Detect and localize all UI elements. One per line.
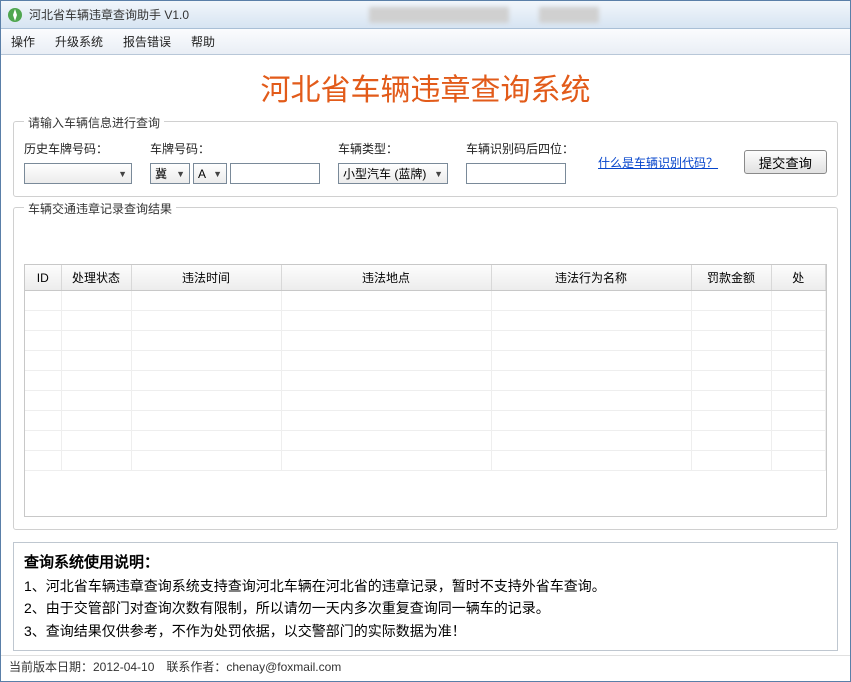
history-label: 历史车牌号码： bbox=[24, 140, 132, 157]
table-row[interactable] bbox=[25, 311, 826, 331]
menu-upgrade[interactable]: 升级系统 bbox=[55, 33, 103, 50]
table-row[interactable] bbox=[25, 371, 826, 391]
table-row[interactable] bbox=[25, 291, 826, 311]
blurred-background bbox=[369, 7, 599, 23]
col-fine[interactable]: 罚款金额 bbox=[691, 265, 771, 291]
col-location[interactable]: 违法地点 bbox=[281, 265, 491, 291]
vin-label: 车辆识别码后四位： bbox=[466, 140, 574, 157]
instruction-line: 2、由于交管部门对查询次数有限制，所以请勿一天内多次重复查询同一辆车的记录。 bbox=[24, 597, 827, 619]
table-row[interactable] bbox=[25, 431, 826, 451]
col-time[interactable]: 违法时间 bbox=[131, 265, 281, 291]
instructions-box: 查询系统使用说明： 1、河北省车辆违章查询系统支持查询河北车辆在河北省的违章记录… bbox=[13, 542, 838, 651]
plate-label: 车牌号码： bbox=[150, 140, 320, 157]
vin-input[interactable] bbox=[466, 163, 566, 184]
col-behavior[interactable]: 违法行为名称 bbox=[491, 265, 691, 291]
vin-field: 车辆识别码后四位： bbox=[466, 140, 574, 184]
chevron-down-icon: ▼ bbox=[118, 169, 127, 179]
history-field: 历史车牌号码： ▼ bbox=[24, 140, 132, 184]
results-group-label: 车辆交通违章记录查询结果 bbox=[24, 200, 176, 217]
vin-help-link[interactable]: 什么是车辆识别代码？ bbox=[598, 154, 718, 171]
window-title: 河北省车辆违章查询助手 V1.0 bbox=[29, 6, 189, 23]
type-combo[interactable]: 小型汽车 (蓝牌)▼ bbox=[338, 163, 448, 184]
menu-report[interactable]: 报告错误 bbox=[123, 33, 171, 50]
results-group: 车辆交通违章记录查询结果 ID 处理状态 违法时间 违法地点 违法行为名称 bbox=[13, 207, 838, 530]
col-status[interactable]: 处理状态 bbox=[61, 265, 131, 291]
input-group: 请输入车辆信息进行查询 历史车牌号码： ▼ 车牌号码： 冀▼ A bbox=[13, 121, 838, 197]
content-area: 河北省车辆违章查询系统 请输入车辆信息进行查询 历史车牌号码： ▼ 车牌号码： … bbox=[1, 55, 850, 681]
type-field: 车辆类型： 小型汽车 (蓝牌)▼ bbox=[338, 140, 448, 184]
history-combo[interactable]: ▼ bbox=[24, 163, 132, 184]
chevron-down-icon: ▼ bbox=[434, 169, 443, 179]
type-label: 车辆类型： bbox=[338, 140, 448, 157]
menu-operate[interactable]: 操作 bbox=[11, 33, 35, 50]
submit-button[interactable]: 提交查询 bbox=[744, 150, 827, 174]
app-icon bbox=[7, 7, 23, 23]
results-table: ID 处理状态 违法时间 违法地点 违法行为名称 罚款金额 处 bbox=[25, 265, 826, 471]
page-title: 河北省车辆违章查询系统 bbox=[1, 55, 850, 117]
app-window: 河北省车辆违章查询助手 V1.0 操作 升级系统 报告错误 帮助 河北省车辆违章… bbox=[0, 0, 851, 682]
col-id[interactable]: ID bbox=[25, 265, 61, 291]
status-bar: 当前版本日期：2012-04-10 联系作者：chenay@foxmail.co… bbox=[1, 655, 850, 677]
plate-field: 车牌号码： 冀▼ A▼ bbox=[150, 140, 320, 184]
menu-bar: 操作 升级系统 报告错误 帮助 bbox=[1, 29, 850, 55]
results-table-wrap[interactable]: ID 处理状态 违法时间 违法地点 违法行为名称 罚款金额 处 bbox=[24, 264, 827, 517]
input-group-label: 请输入车辆信息进行查询 bbox=[24, 114, 164, 131]
menu-help[interactable]: 帮助 bbox=[191, 33, 215, 50]
table-row[interactable] bbox=[25, 391, 826, 411]
col-proc[interactable]: 处 bbox=[771, 265, 826, 291]
title-bar: 河北省车辆违章查询助手 V1.0 bbox=[1, 1, 850, 29]
plate-province-combo[interactable]: 冀▼ bbox=[150, 163, 190, 184]
table-header-row: ID 处理状态 违法时间 违法地点 违法行为名称 罚款金额 处 bbox=[25, 265, 826, 291]
table-row[interactable] bbox=[25, 411, 826, 431]
instructions-heading: 查询系统使用说明： bbox=[24, 551, 827, 575]
chevron-down-icon: ▼ bbox=[213, 169, 222, 179]
instruction-line: 3、查询结果仅供参考，不作为处罚依据，以交警部门的实际数据为准！ bbox=[24, 620, 827, 642]
instruction-line: 1、河北省车辆违章查询系统支持查询河北车辆在河北省的违章记录，暂时不支持外省车查… bbox=[24, 575, 827, 597]
form-row: 历史车牌号码： ▼ 车牌号码： 冀▼ A▼ bbox=[24, 140, 827, 184]
plate-letter-combo[interactable]: A▼ bbox=[193, 163, 227, 184]
table-row[interactable] bbox=[25, 331, 826, 351]
plate-number-input[interactable] bbox=[230, 163, 320, 184]
chevron-down-icon: ▼ bbox=[176, 169, 185, 179]
table-row[interactable] bbox=[25, 451, 826, 471]
table-row[interactable] bbox=[25, 351, 826, 371]
